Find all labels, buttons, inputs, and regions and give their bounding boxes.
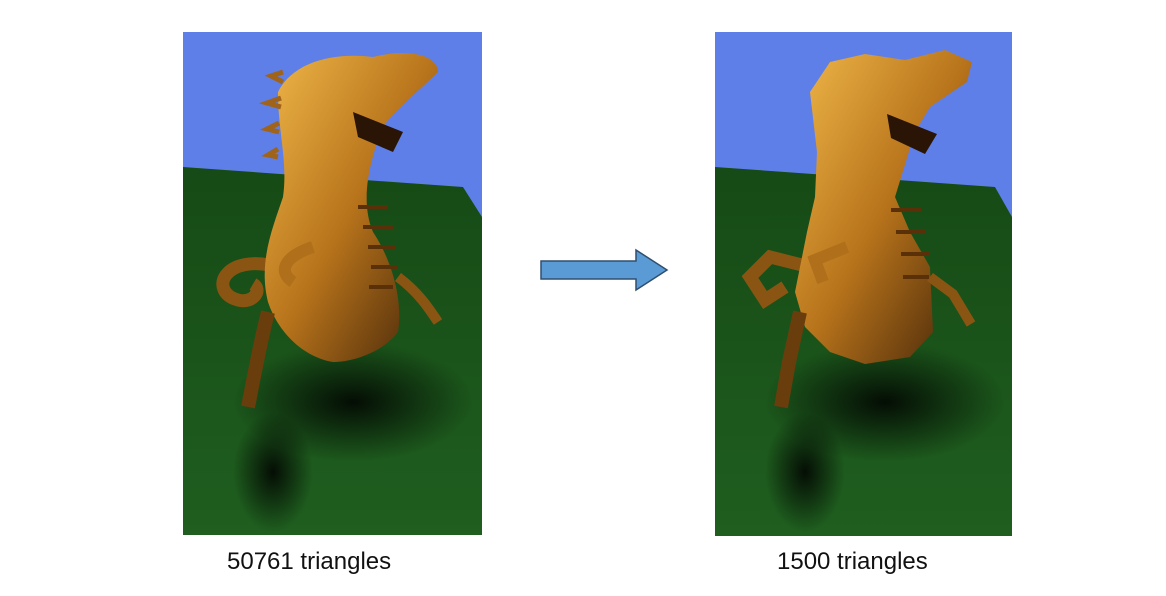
dragon-image-high-detail [183,32,482,535]
high-poly-dragon-render [183,32,482,535]
low-poly-dragon-render [715,32,1012,536]
low-poly-caption: 1500 triangles [777,548,928,575]
right-arrow-icon [538,248,670,292]
high-poly-caption: 50761 triangles [227,548,392,575]
dragon-image-low-detail [715,32,1012,536]
